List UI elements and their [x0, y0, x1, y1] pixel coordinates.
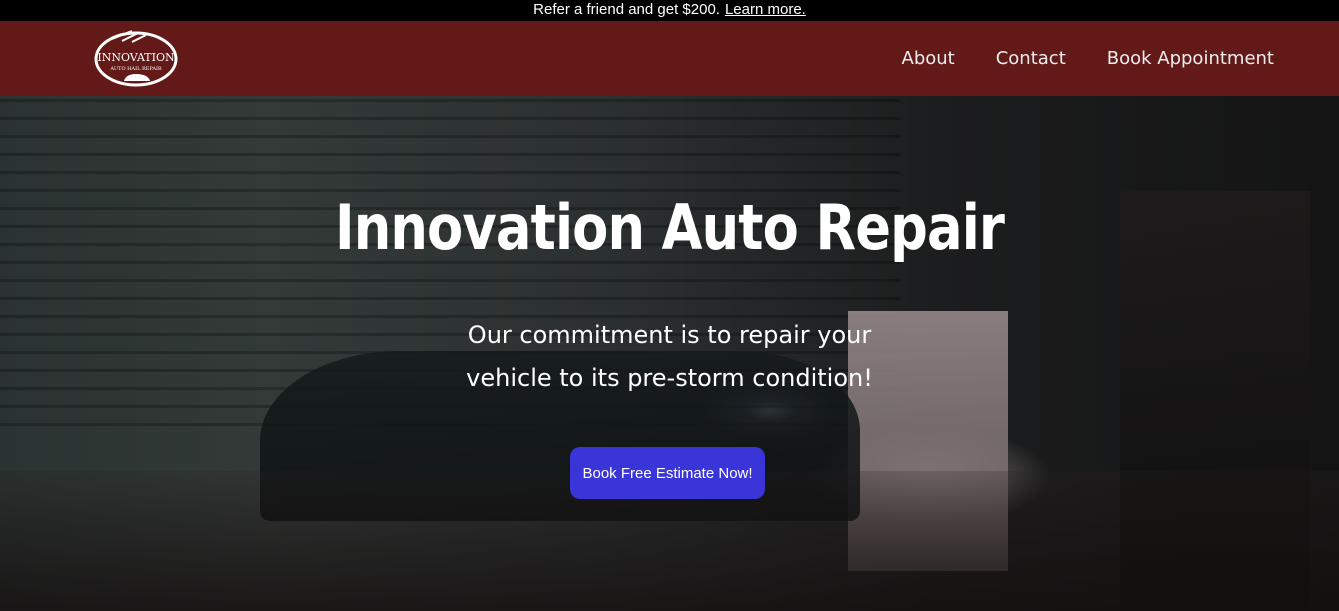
nav-contact-link[interactable]: Contact: [996, 48, 1066, 69]
nav-about-link[interactable]: About: [902, 48, 955, 69]
site-logo[interactable]: INNOVATION AUTO HAIL REPAIR: [92, 29, 180, 89]
hero-subtitle-line-2: vehicle to its pre-storm condition!: [466, 364, 873, 392]
nav-book-appointment-link[interactable]: Book Appointment: [1107, 48, 1274, 69]
svg-text:AUTO HAIL REPAIR: AUTO HAIL REPAIR: [109, 66, 162, 72]
site-header: INNOVATION AUTO HAIL REPAIR About Contac…: [0, 21, 1339, 96]
hero-subtitle: Our commitment is to repair your vehicle…: [0, 314, 1339, 400]
promo-text: Refer a friend and get $200.: [533, 1, 720, 18]
main-nav: About Contact Book Appointment: [902, 21, 1275, 96]
hero-subtitle-line-1: Our commitment is to repair your: [467, 321, 872, 349]
svg-text:INNOVATION: INNOVATION: [97, 51, 175, 64]
hero-section: Innovation Auto Repair Our commitment is…: [0, 96, 1339, 611]
promo-learn-more-link[interactable]: Learn more.: [725, 1, 806, 18]
hero-title: Innovation Auto Repair: [334, 191, 1005, 264]
promo-bar: Refer a friend and get $200. Learn more.: [0, 0, 1339, 21]
book-free-estimate-button[interactable]: Book Free Estimate Now!: [570, 447, 765, 499]
